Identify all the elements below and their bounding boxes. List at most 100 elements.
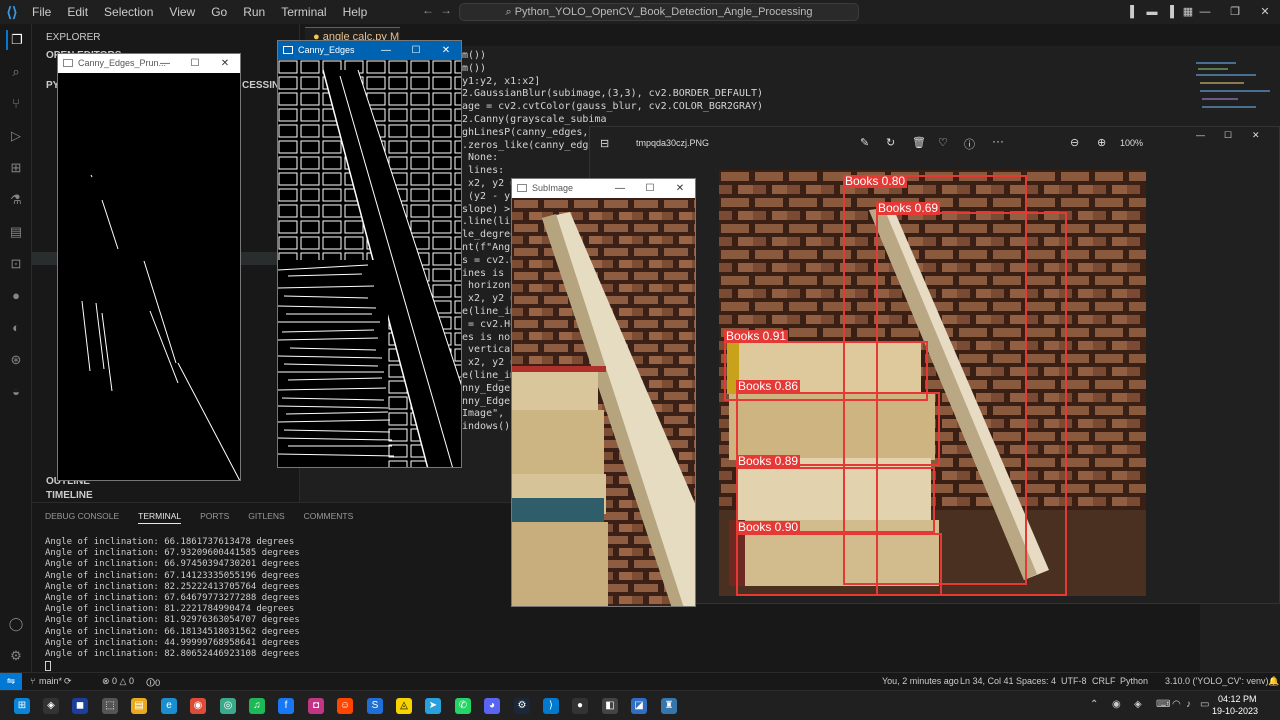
- file-explorer-icon[interactable]: ▤: [131, 698, 147, 714]
- forward-arrow-icon[interactable]: →: [440, 3, 452, 17]
- source-control-icon[interactable]: ⑂: [6, 94, 26, 114]
- maximize-icon[interactable]: ☐: [180, 54, 210, 73]
- remote-indicator-icon[interactable]: ⇋: [0, 673, 22, 690]
- back-arrow-icon[interactable]: ←: [422, 3, 434, 17]
- start-icon[interactable]: ⊞: [14, 698, 30, 714]
- line-ending[interactable]: CRLF: [1092, 676, 1116, 686]
- sync-icon[interactable]: ⟳: [64, 676, 72, 687]
- discord-icon[interactable]: ◕: [484, 698, 500, 714]
- git-branch[interactable]: main*: [39, 676, 62, 686]
- minimize-icon[interactable]: —: [1188, 0, 1222, 24]
- skype-icon[interactable]: S: [367, 698, 383, 714]
- git-blame[interactable]: You, 2 minutes ago: [882, 676, 959, 686]
- maximize-icon[interactable]: ☐: [635, 179, 665, 198]
- facebook-icon[interactable]: f: [278, 698, 294, 714]
- rotate-icon[interactable]: ↻: [886, 136, 895, 149]
- graph-icon[interactable]: ⊛: [6, 350, 26, 370]
- clock-date[interactable]: 19-10-2023: [1212, 706, 1258, 716]
- problems-count[interactable]: ⊗ 0 △ 0: [102, 676, 134, 687]
- menu-go[interactable]: Go: [203, 0, 235, 24]
- maximize-icon[interactable]: ☐: [1224, 130, 1232, 141]
- favorite-icon[interactable]: ♡: [938, 136, 948, 149]
- python-icon[interactable]: ♜: [661, 698, 677, 714]
- minimize-icon[interactable]: —: [371, 41, 401, 60]
- tray-app2-icon[interactable]: ◈: [1134, 699, 1142, 710]
- language-mode[interactable]: Python: [1120, 676, 1148, 686]
- vscode-icon[interactable]: ⟩: [543, 698, 559, 714]
- command-center[interactable]: ⌕ Python_YOLO_OpenCV_Book_Detection_Angl…: [459, 3, 859, 21]
- menu-run[interactable]: Run: [235, 0, 273, 24]
- restore-icon[interactable]: ❐: [1218, 0, 1252, 24]
- steam-icon[interactable]: ⚙: [514, 698, 530, 714]
- whatsapp-icon[interactable]: ✆: [455, 698, 471, 714]
- wifi-icon[interactable]: ◠: [1172, 699, 1181, 710]
- zoom-level[interactable]: 100%: [1120, 138, 1143, 148]
- menu-file[interactable]: File: [24, 0, 59, 24]
- indentation[interactable]: Spaces: 4: [1016, 676, 1056, 686]
- store-icon[interactable]: ⬚: [102, 698, 118, 714]
- docker-icon[interactable]: ◒: [6, 382, 26, 402]
- gallery-icon[interactable]: ⊟: [600, 137, 609, 150]
- chrome-icon[interactable]: ◉: [190, 698, 206, 714]
- github-desktop-icon[interactable]: ●: [572, 698, 588, 714]
- menu-terminal[interactable]: Terminal: [273, 0, 334, 24]
- tab-comments[interactable]: COMMENTS: [304, 511, 354, 524]
- zoom-out-icon[interactable]: ⊖: [1070, 136, 1079, 149]
- close-icon[interactable]: ✕: [1248, 0, 1280, 24]
- tab-terminal[interactable]: TERMINAL: [138, 511, 182, 524]
- menu-selection[interactable]: Selection: [96, 0, 161, 24]
- volume-icon[interactable]: ♪: [1186, 699, 1191, 710]
- menu-edit[interactable]: Edit: [59, 0, 96, 24]
- canny-pruned-window[interactable]: Canny_Edges_Prun... — ☐ ✕: [57, 53, 241, 481]
- menu-view[interactable]: View: [161, 0, 203, 24]
- app-icon-4[interactable]: ◧: [602, 698, 618, 714]
- tab-debug-console[interactable]: DEBUG CONSOLE: [45, 511, 119, 524]
- python-interpreter[interactable]: 3.10.0 ('YOLO_CV': venv): [1165, 676, 1268, 686]
- minimize-icon[interactable]: —: [605, 179, 635, 198]
- close-icon[interactable]: ✕: [210, 54, 240, 73]
- snapchat-icon[interactable]: ◬: [396, 698, 412, 714]
- language-icon[interactable]: ⌨: [1156, 699, 1170, 710]
- spotify-icon[interactable]: ♫: [249, 698, 265, 714]
- clock-time[interactable]: 04:12 PM: [1218, 694, 1257, 704]
- close-icon[interactable]: ✕: [431, 41, 461, 60]
- app-icon-5[interactable]: ◪: [631, 698, 647, 714]
- extensions-icon[interactable]: ⊞: [6, 158, 26, 178]
- github-icon[interactable]: ●: [6, 286, 26, 306]
- remote-explorer-icon[interactable]: ⊡: [6, 254, 26, 274]
- explorer-icon[interactable]: ❐: [6, 30, 26, 50]
- battery-icon[interactable]: ▭: [1200, 699, 1209, 710]
- subimage-window[interactable]: SubImage — ☐ ✕: [511, 178, 696, 607]
- edge-icon[interactable]: e: [161, 698, 177, 714]
- minimap[interactable]: [1192, 60, 1272, 120]
- account-icon[interactable]: ◯: [6, 614, 26, 634]
- timeline-header[interactable]: TIMELINE: [46, 490, 93, 501]
- tray-app-icon[interactable]: ◉: [1112, 699, 1121, 710]
- instagram-icon[interactable]: ◘: [308, 698, 324, 714]
- reddit-icon[interactable]: ☺: [337, 698, 353, 714]
- info-icon[interactable]: ⓘ: [964, 136, 975, 152]
- notes-icon[interactable]: ▤: [6, 222, 26, 242]
- canny-titlebar[interactable]: Canny_Edges — ☐ ✕: [278, 41, 461, 60]
- cursor-position[interactable]: Ln 34, Col 41: [960, 676, 1014, 686]
- subimage-titlebar[interactable]: SubImage — ☐ ✕: [512, 179, 695, 198]
- search-icon[interactable]: ⌕: [6, 62, 26, 82]
- close-icon[interactable]: ✕: [1252, 130, 1260, 141]
- delete-icon[interactable]: 🗑: [912, 136, 926, 149]
- encoding[interactable]: UTF-8: [1061, 676, 1087, 686]
- run-debug-icon[interactable]: ▷: [6, 126, 26, 146]
- more-icon[interactable]: ···: [992, 134, 1004, 148]
- tray-chevron-icon[interactable]: ⌃: [1090, 699, 1098, 710]
- minimize-icon[interactable]: —: [150, 54, 180, 73]
- telegram-icon[interactable]: ➤: [425, 698, 441, 714]
- app-icon-3[interactable]: ◎: [220, 698, 236, 714]
- edit-icon[interactable]: ✎: [860, 136, 869, 149]
- minimize-icon[interactable]: —: [1196, 130, 1205, 140]
- app-icon-2[interactable]: ◼: [72, 698, 88, 714]
- gitlens-icon[interactable]: ◐: [6, 318, 26, 338]
- notifications-icon[interactable]: 🔔: [1268, 676, 1279, 687]
- menu-help[interactable]: Help: [335, 0, 376, 24]
- zoom-in-icon[interactable]: ⊕: [1097, 136, 1106, 149]
- tab-ports[interactable]: PORTS: [200, 511, 229, 524]
- app-icon-1[interactable]: ◈: [43, 698, 59, 714]
